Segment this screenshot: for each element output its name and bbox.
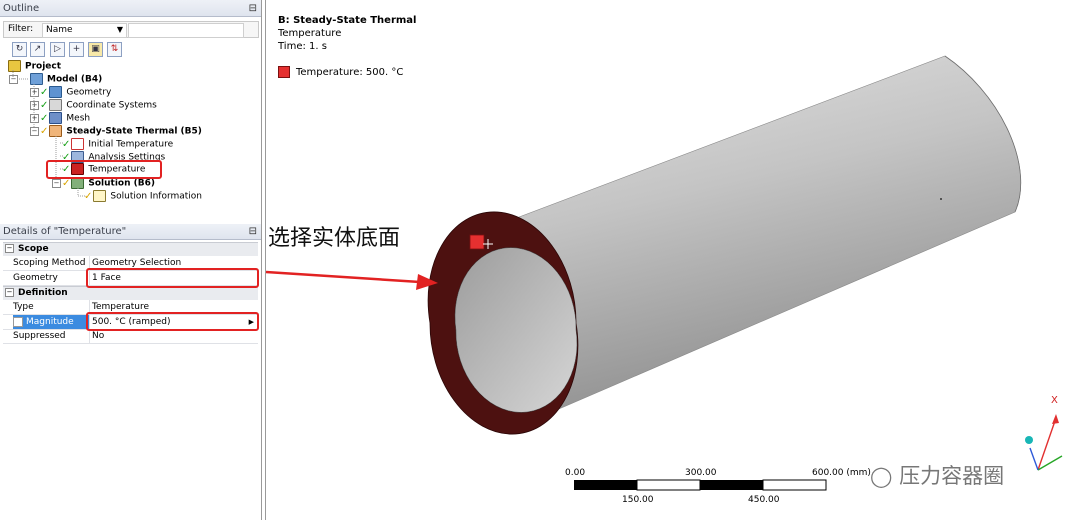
section-label: Definition bbox=[18, 288, 68, 298]
section-scope[interactable]: − Scope bbox=[3, 242, 258, 256]
row-key-wrap: Magnitude bbox=[13, 315, 90, 329]
wechat-icon: ◯ bbox=[870, 464, 893, 488]
load-marker bbox=[469, 234, 485, 250]
pin-icon[interactable]: ⊟ bbox=[249, 224, 257, 240]
scale-label: 0.00 bbox=[565, 468, 586, 478]
annotation-arrow bbox=[265, 270, 438, 290]
pick-dot bbox=[940, 198, 942, 200]
watermark-text: 压力容器圈 bbox=[899, 464, 1005, 488]
section-definition[interactable]: − Definition bbox=[3, 286, 258, 300]
highlight-box bbox=[86, 268, 259, 288]
scale-bar bbox=[574, 479, 827, 491]
collapse-toggle[interactable]: − bbox=[5, 288, 14, 297]
row-key: Type bbox=[13, 300, 90, 314]
scale-label: 450.00 bbox=[748, 495, 780, 505]
row-key: Geometry bbox=[13, 271, 90, 285]
coordinate-triad[interactable]: X bbox=[1018, 390, 1073, 480]
highlight-box bbox=[46, 160, 162, 179]
collapse-toggle[interactable]: − bbox=[5, 244, 14, 253]
parameter-checkbox[interactable] bbox=[13, 316, 23, 327]
left-panel: Outline ⊟ Filter: Name ▼ ↻ ↗ ▷ + ▣ ⇅ Pro… bbox=[0, 0, 262, 520]
row-key: Suppressed bbox=[13, 329, 90, 343]
details-title: Details of "Temperature" bbox=[3, 226, 127, 237]
axis-x-label: X bbox=[1051, 395, 1058, 406]
scale-label: 150.00 bbox=[622, 495, 654, 505]
scale-label: 600.00 (mm) bbox=[812, 468, 871, 478]
scale-label: 300.00 bbox=[685, 468, 717, 478]
details-row[interactable]: Suppressed No bbox=[3, 329, 258, 344]
highlight-box bbox=[86, 312, 259, 331]
annotation-text: 选择实体底面 bbox=[268, 226, 401, 251]
details-header: Details of "Temperature" ⊟ bbox=[0, 224, 261, 240]
row-key: Magnitude bbox=[26, 317, 74, 327]
section-label: Scope bbox=[18, 244, 49, 254]
row-value: No bbox=[92, 331, 105, 341]
row-key: Scoping Method bbox=[13, 256, 90, 270]
watermark: ◯ 压力容器圈 bbox=[870, 460, 1004, 490]
